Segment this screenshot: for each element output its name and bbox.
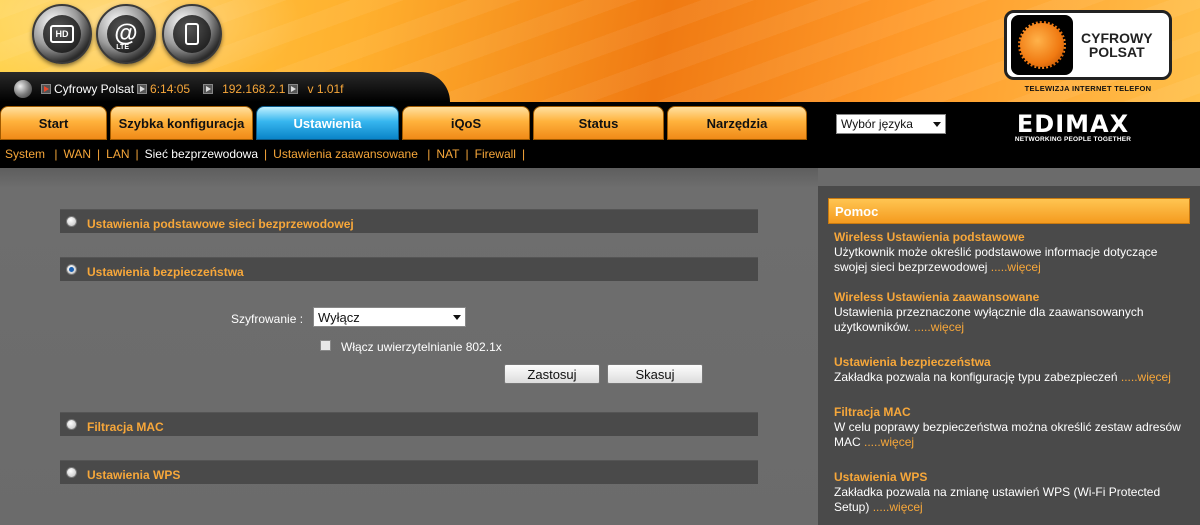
- section-mac[interactable]: [60, 412, 758, 436]
- section-security-label[interactable]: Ustawienia bezpieczeństwa: [87, 265, 244, 279]
- subnav-nat[interactable]: NAT: [436, 147, 459, 161]
- main-tabs: Start Szybka konfiguracja Ustawienia iQo…: [0, 106, 807, 140]
- subnav-advanced[interactable]: Ustawienia zaawansowane: [273, 147, 421, 161]
- encryption-select-value: Wyłącz: [318, 309, 360, 325]
- language-select[interactable]: Wybór języka: [836, 114, 946, 134]
- help-entry-text: Zakładka pozwala na konfigurację typu za…: [834, 370, 1118, 384]
- auth-8021x-checkbox[interactable]: [320, 340, 331, 351]
- hd-label: HD: [50, 25, 74, 43]
- edimax-brand: EDIMAX: [1016, 110, 1130, 138]
- edimax-tagline: NETWORKING PEOPLE TOGETHER: [1014, 136, 1132, 143]
- radio-wps[interactable]: [66, 467, 77, 478]
- help-more-link[interactable]: .....więcej: [1121, 370, 1171, 384]
- logo-text: CYFROWY POLSAT: [1081, 31, 1153, 59]
- tab-quick-setup[interactable]: Szybka konfiguracja: [110, 106, 253, 140]
- help-entry-title: Wireless Ustawienia zaawansowane: [834, 290, 1040, 304]
- help-more-link[interactable]: .....więcej: [991, 260, 1041, 274]
- status-time: 6:14:05: [150, 82, 191, 96]
- edimax-logo: EDIMAX NETWORKING PEOPLE TOGETHER: [1008, 112, 1138, 143]
- phone-icon[interactable]: [162, 4, 222, 64]
- subnav-wan[interactable]: WAN: [63, 147, 91, 161]
- firmware-version: v 1.01f: [307, 82, 344, 96]
- status-ip: 192.168.2.1: [222, 82, 286, 96]
- section-wps-label[interactable]: Ustawienia WPS: [87, 468, 180, 482]
- polsat-ball-icon: [1011, 15, 1073, 75]
- help-entry-title: Wireless Ustawienia podstawowe: [834, 230, 1025, 244]
- lte-internet-icon[interactable]: @ LTE: [96, 4, 156, 64]
- provider-name: Cyfrowy Polsat: [54, 82, 135, 96]
- at-sign-icon: @ LTE: [114, 20, 138, 52]
- logo-line2: POLSAT: [1088, 44, 1145, 60]
- subnav-system[interactable]: System: [5, 147, 48, 161]
- play-icon: [203, 84, 214, 94]
- subnav-lan[interactable]: LAN: [106, 147, 129, 161]
- help-entry-security: Ustawienia bezpieczeństwa Zakładka pozwa…: [834, 355, 1184, 385]
- play-icon: [41, 84, 51, 94]
- encryption-label: Szyfrowanie :: [231, 312, 304, 326]
- help-more-link[interactable]: .....więcej: [864, 435, 914, 449]
- hd-tv-icon[interactable]: HD: [32, 4, 92, 64]
- status-line: Cyfrowy Polsat 6:14:05 192.168.2.1 v 1.0…: [14, 80, 344, 98]
- cyfrowy-polsat-logo: CYFROWY POLSAT: [1004, 10, 1172, 80]
- mobile-phone-glyph: [185, 23, 199, 45]
- help-entry-title: Ustawienia WPS: [834, 470, 928, 484]
- language-select-value: Wybór języka: [841, 117, 913, 131]
- help-entry-title: Filtracja MAC: [834, 405, 911, 419]
- chevron-down-icon: [453, 314, 461, 320]
- help-more-link[interactable]: .....więcej: [914, 320, 964, 334]
- tab-settings[interactable]: Ustawienia: [256, 106, 399, 140]
- section-basic-label[interactable]: Ustawienia podstawowe sieci bezprzewodow…: [87, 217, 354, 231]
- reset-button[interactable]: Skasuj: [607, 364, 703, 384]
- radio-security[interactable]: [66, 264, 77, 275]
- logo-line1: CYFROWY: [1081, 30, 1153, 46]
- help-more-link[interactable]: .....więcej: [873, 500, 923, 514]
- help-entry-basic: Wireless Ustawienia podstawowe Użytkowni…: [834, 230, 1184, 275]
- subnav-firewall[interactable]: Firewall: [475, 147, 516, 161]
- help-entry-mac: Filtracja MAC W celu poprawy bezpieczeńs…: [834, 405, 1184, 450]
- chevron-down-icon: [933, 121, 941, 127]
- auth-8021x-label: Włącz uwierzytelnianie 802.1x: [341, 340, 502, 354]
- radio-basic[interactable]: [66, 216, 77, 227]
- tab-start[interactable]: Start: [0, 106, 107, 140]
- apply-button[interactable]: Zastosuj: [504, 364, 600, 384]
- help-title: Pomoc: [828, 198, 1190, 224]
- header: HD @ LTE Cyfrowy Polsat 6:14:05 192.168.2…: [0, 0, 1200, 168]
- subnav-wireless[interactable]: Sieć bezprzewodowa: [145, 147, 258, 161]
- help-entry-advanced: Wireless Ustawienia zaawansowane Ustawie…: [834, 290, 1184, 335]
- sub-navigation: System | WAN | LAN | Sieć bezprzewodowa …: [5, 147, 526, 161]
- play-icon: [288, 84, 299, 94]
- radio-mac[interactable]: [66, 419, 77, 430]
- lte-label: LTE: [116, 44, 129, 51]
- logo-tagline: TELEWIZJA INTERNET TELEFON: [1024, 84, 1152, 93]
- globe-icon: [14, 80, 32, 98]
- play-icon: [137, 84, 148, 94]
- tab-tools[interactable]: Narzędzia: [667, 106, 807, 140]
- tab-status[interactable]: Status: [533, 106, 664, 140]
- help-entry-title: Ustawienia bezpieczeństwa: [834, 355, 991, 369]
- help-entry-text: Ustawienia przeznaczone wyłącznie dla za…: [834, 305, 1144, 334]
- tab-iqos[interactable]: iQoS: [402, 106, 530, 140]
- encryption-select[interactable]: Wyłącz: [313, 307, 466, 327]
- section-mac-label[interactable]: Filtracja MAC: [87, 420, 164, 434]
- help-entry-wps: Ustawienia WPS Zakładka pozwala na zmian…: [834, 470, 1184, 515]
